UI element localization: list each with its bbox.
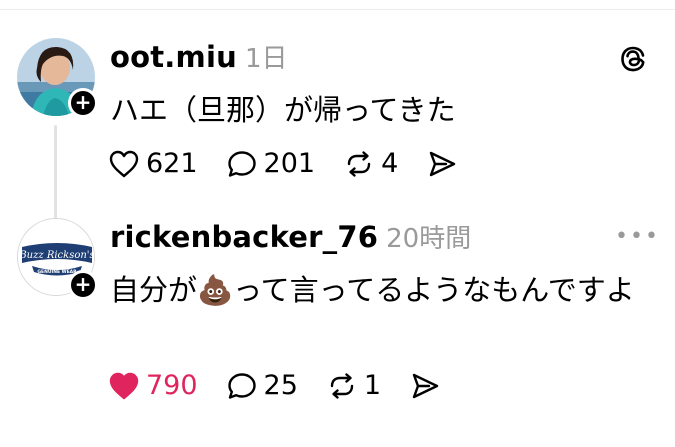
repost-icon (330, 372, 354, 399)
reply-count: 201 (263, 148, 316, 179)
post-header: rickenbacker_76 20時間 (110, 218, 471, 255)
action-bar: 790 25 1 (108, 370, 441, 401)
post-header: oot.miu 1日 (110, 38, 287, 75)
share-button[interactable] (426, 149, 458, 179)
post-oot-miu: + oot.miu 1日 ハエ（旦那）が帰ってきた 621 201 4 (0, 30, 675, 235)
like-count: 790 (146, 370, 198, 401)
threads-logo-icon[interactable] (618, 44, 648, 74)
repost-icon (347, 150, 371, 177)
username[interactable]: rickenbacker_76 (110, 220, 378, 254)
follow-plus-icon[interactable]: + (68, 88, 98, 118)
like-count: 621 (146, 148, 198, 179)
follow-plus-icon[interactable]: + (68, 270, 98, 300)
post-text: 自分が💩って言ってるようなもんですよ (110, 268, 650, 312)
more-options-icon[interactable]: ••• (615, 226, 660, 248)
reply-button[interactable]: 201 (226, 148, 316, 179)
comment-icon (227, 372, 256, 399)
send-icon (412, 373, 439, 398)
repost-button[interactable]: 1 (326, 370, 381, 401)
post-rickenbacker-76: Buzz Rickson's GENUINE WEAR + rickenback… (0, 210, 675, 440)
timestamp: 20時間 (386, 224, 472, 254)
like-button[interactable]: 621 (108, 148, 198, 179)
repost-button[interactable]: 4 (343, 148, 398, 179)
post-text-start: 自分が (110, 273, 198, 307)
send-icon (430, 151, 456, 176)
post-text-end: って言ってるようなもんですよ (233, 273, 635, 307)
heart-icon (109, 150, 139, 177)
reply-count: 25 (263, 370, 298, 401)
heart-filled-icon (109, 372, 139, 399)
like-button[interactable]: 790 (108, 370, 198, 401)
top-divider (0, 0, 675, 10)
timestamp: 1日 (244, 44, 288, 74)
repost-count: 1 (363, 370, 382, 401)
post-text: ハエ（旦那）が帰ってきた (110, 93, 456, 127)
username[interactable]: oot.miu (110, 40, 237, 74)
reply-button[interactable]: 25 (226, 370, 298, 401)
repost-count: 4 (381, 148, 399, 179)
avatar-logo-text: Buzz Rickson's (18, 250, 94, 261)
comment-icon (227, 150, 256, 177)
action-bar: 621 201 4 (108, 148, 458, 179)
poop-emoji-icon: 💩 (197, 273, 234, 307)
share-button[interactable] (409, 371, 441, 401)
